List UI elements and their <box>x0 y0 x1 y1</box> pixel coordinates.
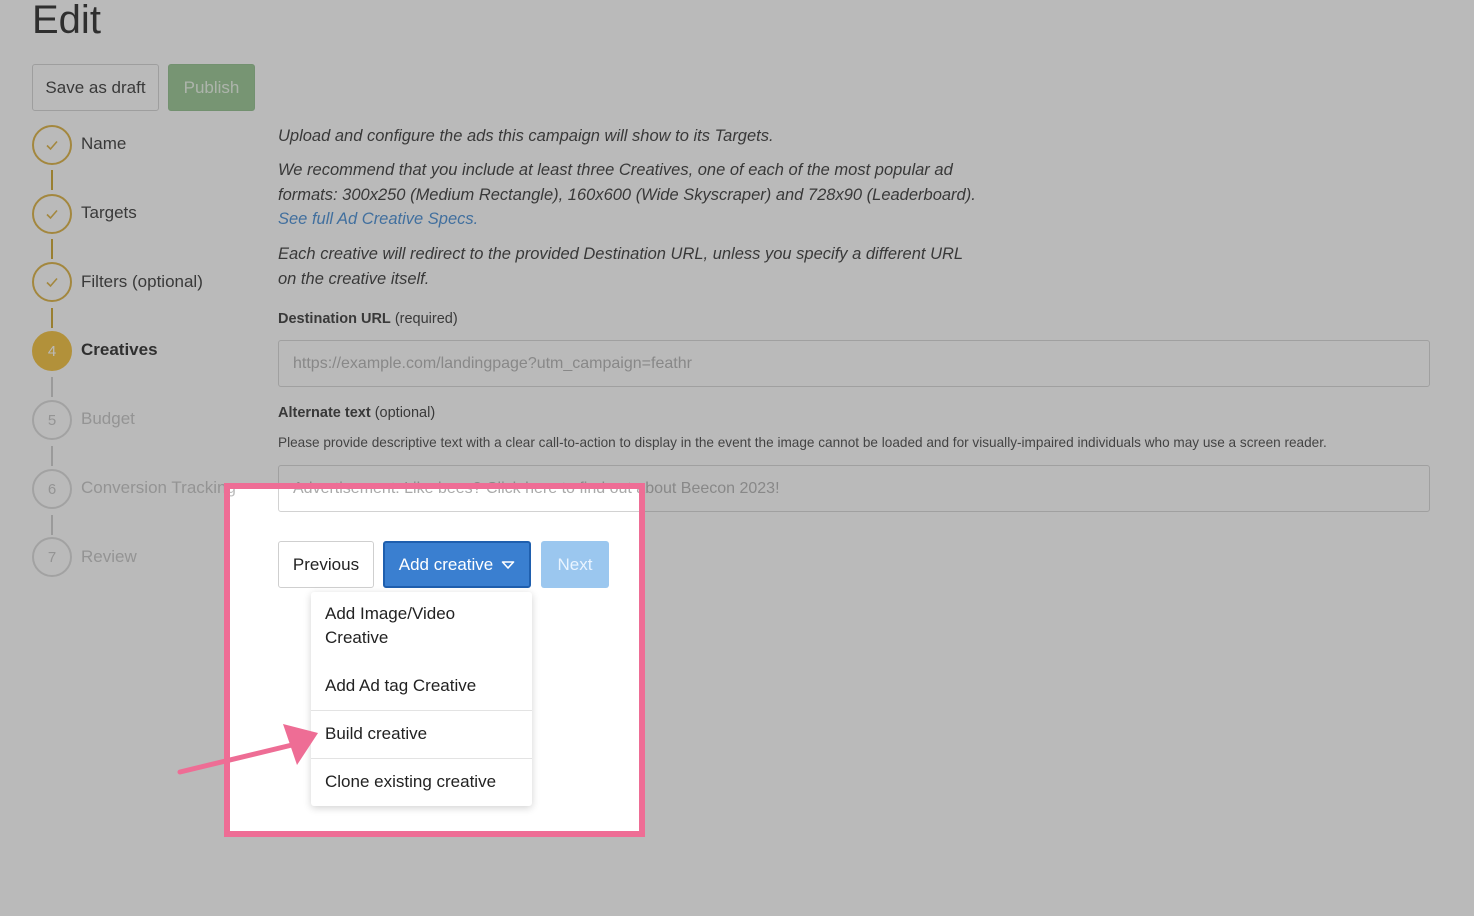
step-label-name[interactable]: Name <box>81 134 126 154</box>
recommendation-body: We recommend that you include at least t… <box>278 161 976 204</box>
recommendation-text: We recommend that you include at least t… <box>278 158 978 232</box>
overlay-dim <box>0 483 224 837</box>
overlay-dim <box>645 483 1474 837</box>
step-label-conversion-tracking[interactable]: Conversion Tracking <box>81 478 236 498</box>
menu-item-add-image-video[interactable]: Add Image/Video Creative <box>311 602 501 650</box>
step-4-number[interactable]: 4 <box>32 331 72 371</box>
check-icon <box>46 209 58 220</box>
previous-button[interactable]: Previous <box>278 541 374 588</box>
step-6-number[interactable]: 6 <box>32 469 72 509</box>
alt-text-input[interactable]: Advertisement: Like bees? Click here to … <box>278 465 1430 512</box>
intro-text: Upload and configure the ads this campai… <box>278 127 774 145</box>
step-3-check-icon[interactable] <box>32 262 72 302</box>
check-icon <box>46 277 58 288</box>
destination-url-label: Destination URL (required) <box>278 311 458 327</box>
menu-item-add-ad-tag[interactable]: Add Ad tag Creative <box>311 674 532 698</box>
alt-text-qualifier: (optional) <box>374 405 436 421</box>
step-connector <box>51 239 53 259</box>
alt-text-label: Alternate text (optional) <box>278 405 435 421</box>
step-1-check-icon[interactable] <box>32 125 72 165</box>
step-connector <box>51 170 53 190</box>
step-label-review[interactable]: Review <box>81 547 137 567</box>
step-label-filters[interactable]: Filters (optional) <box>81 272 203 292</box>
step-label-budget[interactable]: Budget <box>81 409 135 429</box>
destination-url-qualifier: (required) <box>394 311 458 327</box>
step-connector <box>51 308 53 328</box>
step-connector <box>51 515 53 535</box>
step-connector <box>51 377 53 397</box>
destination-url-input[interactable]: https://example.com/landingpage?utm_camp… <box>278 340 1430 387</box>
page-title: Edit <box>32 0 101 42</box>
add-creative-label: Add creative <box>398 554 494 574</box>
step-label-targets[interactable]: Targets <box>81 203 137 223</box>
add-creative-button[interactable]: Add creative <box>383 541 531 588</box>
step-label-creatives[interactable]: Creatives <box>81 340 158 360</box>
next-button[interactable]: Next <box>541 541 609 588</box>
alt-text-label-text: Alternate text <box>278 405 371 421</box>
save-draft-button[interactable]: Save as draft <box>32 64 159 111</box>
publish-button[interactable]: Publish <box>168 64 255 111</box>
menu-item-build-creative[interactable]: Build creative <box>311 710 532 746</box>
step-7-number[interactable]: 7 <box>32 537 72 577</box>
redirect-text: Each creative will redirect to the provi… <box>278 245 963 288</box>
overlay-dim <box>0 837 1474 916</box>
step-2-check-icon[interactable] <box>32 194 72 234</box>
destination-url-label-text: Destination URL <box>278 311 391 327</box>
ad-specs-link[interactable]: See full Ad Creative Specs. <box>278 210 478 228</box>
chevron-down-icon <box>501 560 515 569</box>
alt-text-help: Please provide descriptive text with a c… <box>278 435 1327 450</box>
check-icon <box>46 140 58 151</box>
add-creative-menu: Add Image/Video Creative Add Ad tag Crea… <box>311 592 532 806</box>
step-5-number[interactable]: 5 <box>32 400 72 440</box>
step-connector <box>51 446 53 466</box>
menu-item-clone-creative[interactable]: Clone existing creative <box>311 758 532 794</box>
